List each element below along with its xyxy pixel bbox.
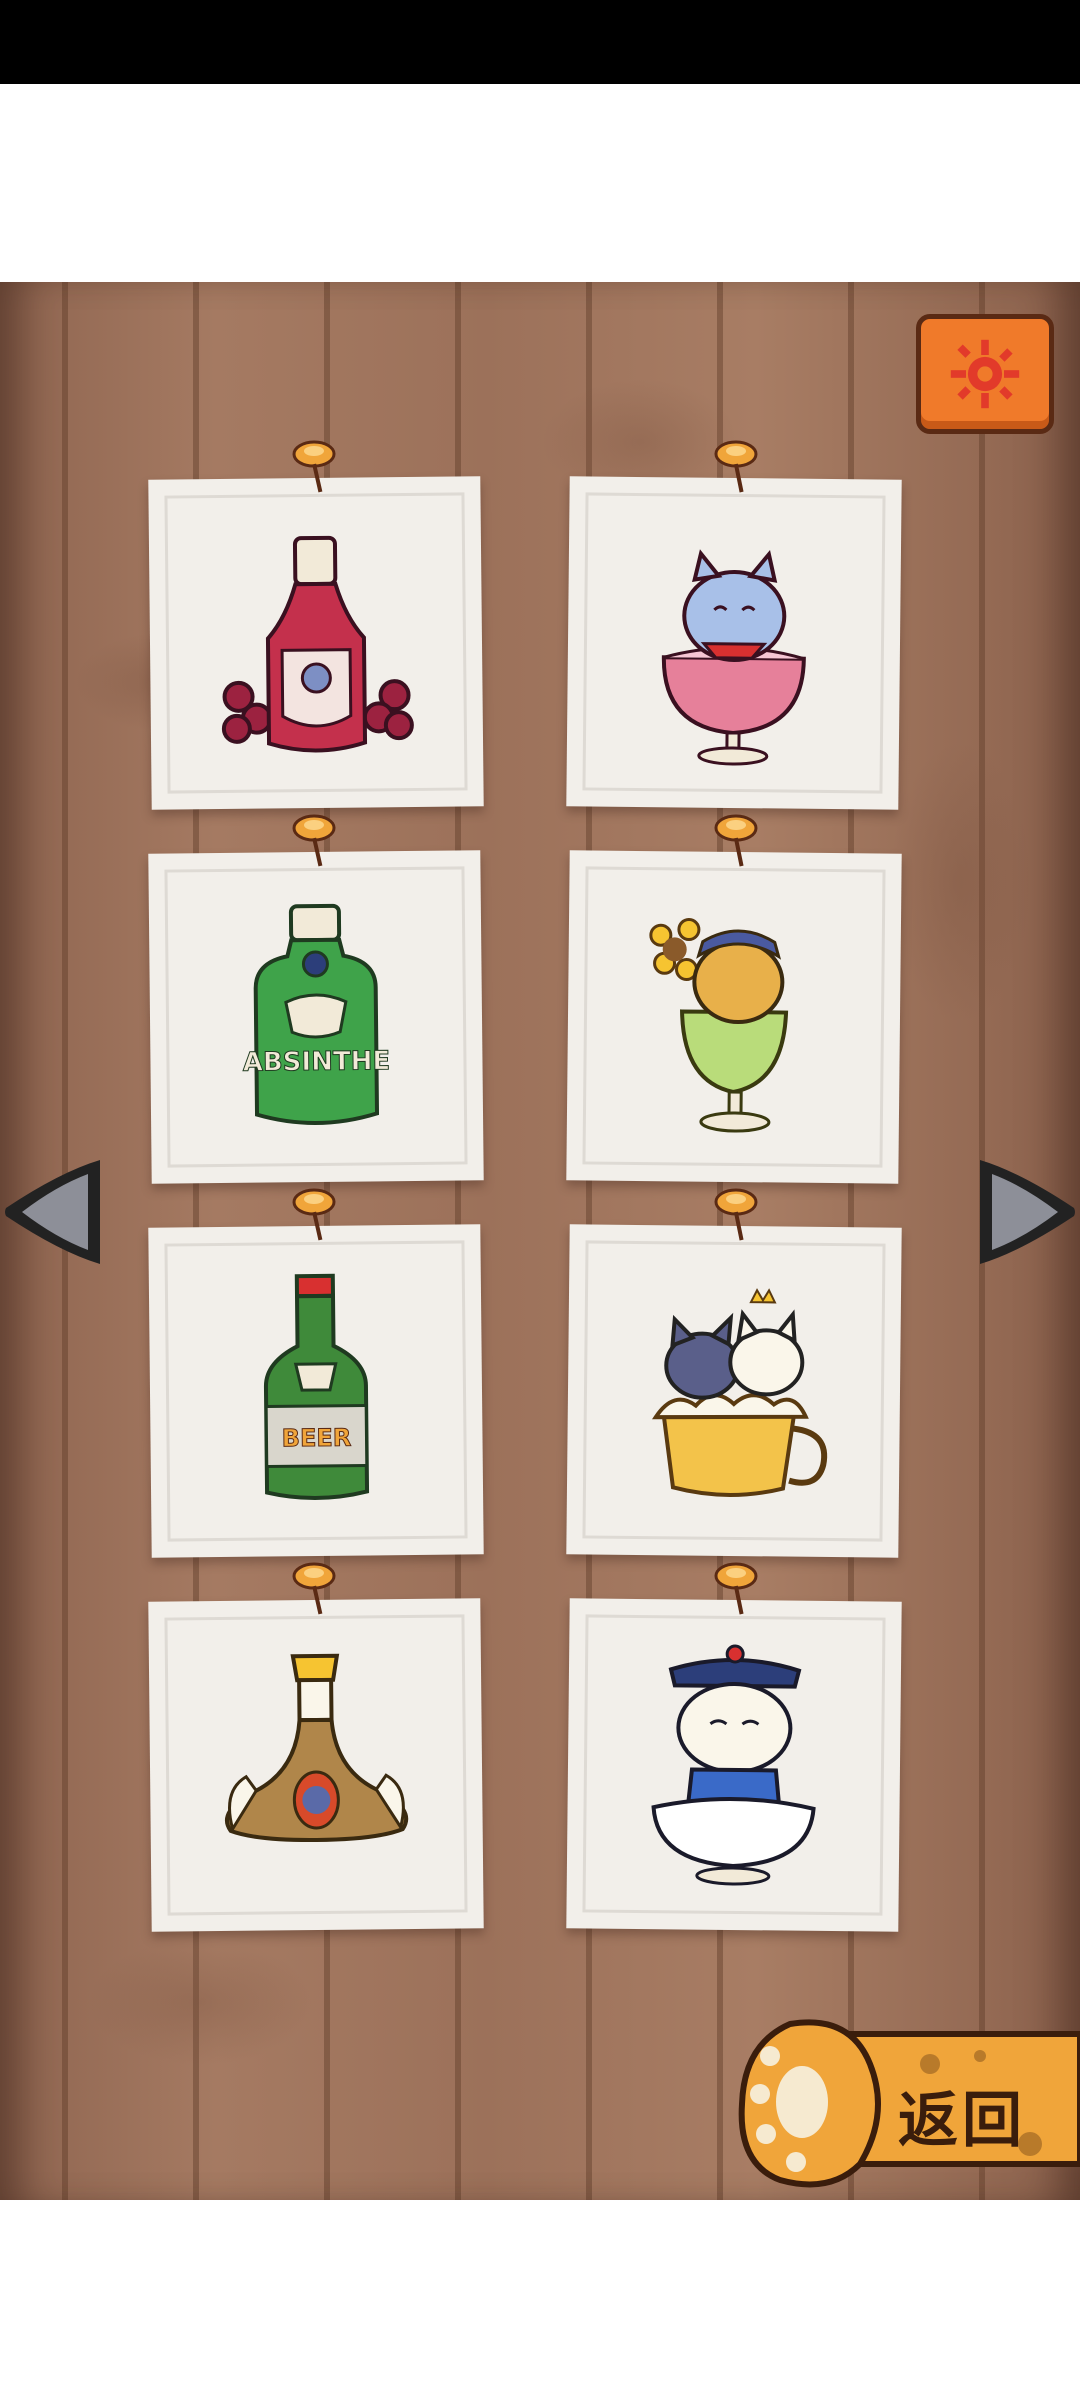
gear-icon [950, 339, 1020, 409]
pushpin-icon [292, 440, 336, 493]
drink-card-beer-bottle[interactable]: BEER [148, 1188, 484, 1558]
drink-card-absinthe[interactable]: ABSINTHE [148, 814, 484, 1184]
pushpin-icon [292, 1562, 336, 1615]
drink-card-baijiu-flask[interactable] [148, 1562, 484, 1932]
absinthe-label: ABSINTHE [243, 1046, 391, 1078]
red-wine-bottle-icon [221, 535, 414, 753]
bottom-spacer [0, 2200, 1080, 2400]
cat-bowl-icon [651, 1644, 816, 1886]
cat-wine-glass-icon [661, 549, 806, 766]
next-page-button[interactable] [968, 1152, 1080, 1272]
back-button-label: 返回 [898, 2086, 1026, 2156]
absinthe-bottle-icon: ABSINTHE [242, 903, 391, 1125]
beer-label: BEER [282, 1424, 352, 1453]
cats-beer-mug-icon [652, 1288, 828, 1497]
pushpin-icon [714, 814, 758, 867]
drink-card-cat-wine-glass[interactable] [566, 440, 902, 810]
drink-card-cat-bowl[interactable] [566, 1562, 902, 1932]
pushpin-icon [292, 814, 336, 867]
prev-page-button[interactable] [0, 1152, 112, 1272]
cat-absinthe-glass-icon [649, 918, 789, 1133]
status-bar [0, 0, 1080, 84]
top-spacer [0, 84, 1080, 282]
pushpin-icon [714, 1562, 758, 1615]
beer-bottle-icon: BEER [263, 1273, 370, 1500]
drink-card-cat-absinthe-glass[interactable] [566, 814, 902, 1184]
pushpin-icon [292, 1188, 336, 1241]
settings-button[interactable] [916, 314, 1054, 434]
baijiu-flask-icon [224, 1653, 409, 1843]
drink-card-red-wine[interactable] [148, 440, 484, 810]
paw-icon [738, 2019, 881, 2188]
drink-card-cats-beer-mug[interactable] [566, 1188, 902, 1558]
pushpin-icon [714, 440, 758, 493]
pushpin-icon [714, 1188, 758, 1241]
